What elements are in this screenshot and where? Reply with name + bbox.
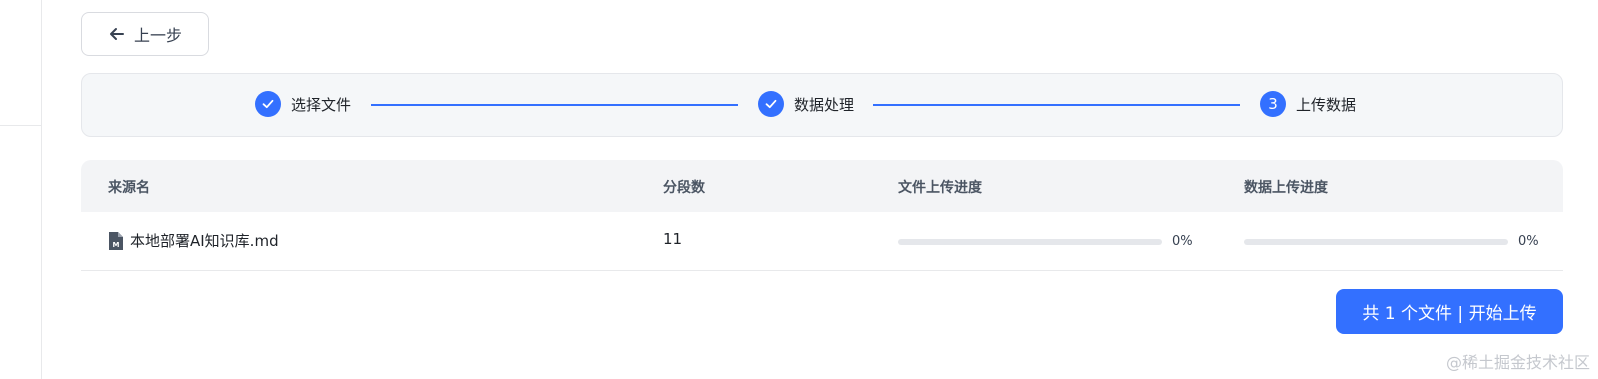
file-name: 本地部署AI知识库.md [130,232,279,250]
data-upload-progress: 0% [1244,234,1539,249]
arrow-left-icon [109,28,124,40]
markdown-file-icon: M [109,231,123,250]
svg-text:M: M [113,241,120,249]
column-header-data-progress: 数据上传进度 [1244,180,1328,196]
progress-track [898,238,1162,245]
progress-percent: 0% [1172,234,1193,249]
sidebar-divider [0,125,41,126]
segment-count: 11 [663,230,683,248]
file-upload-progress: 0% [898,234,1193,249]
step-process-data: 数据处理 [758,91,854,117]
check-icon [262,99,274,109]
back-button[interactable]: 上一步 [81,12,209,56]
step-label: 数据处理 [794,95,855,114]
step-connector [371,104,738,106]
file-name-cell: M 本地部署AI知识库.md [108,230,279,251]
column-header-file-progress: 文件上传进度 [898,180,982,196]
watermark: @稀土掘金技术社区 [1445,353,1590,372]
step-done-indicator [758,91,784,117]
step-label: 选择文件 [291,95,352,114]
step-upload-data: 3 上传数据 [1260,91,1356,117]
step-label: 上传数据 [1296,95,1357,114]
table-row: M 本地部署AI知识库.md 11 0% 0% [81,212,1563,271]
step-done-indicator [255,91,281,117]
progress-track [1244,238,1508,245]
progress-percent: 0% [1518,234,1539,249]
step-number-badge: 3 [1260,91,1286,117]
upload-stepper: 选择文件 数据处理 3 上传数据 [81,73,1563,137]
start-upload-button[interactable]: 共 1 个文件 | 开始上传 [1336,289,1563,334]
back-button-label: 上一步 [133,26,182,45]
step-select-file: 选择文件 [255,91,351,117]
table-header: 来源名 分段数 文件上传进度 数据上传进度 [81,160,1563,212]
column-header-segments: 分段数 [663,180,705,196]
check-icon [765,99,777,109]
left-sidebar-edge [0,0,42,379]
column-header-source: 来源名 [108,180,150,196]
step-connector [873,104,1240,106]
